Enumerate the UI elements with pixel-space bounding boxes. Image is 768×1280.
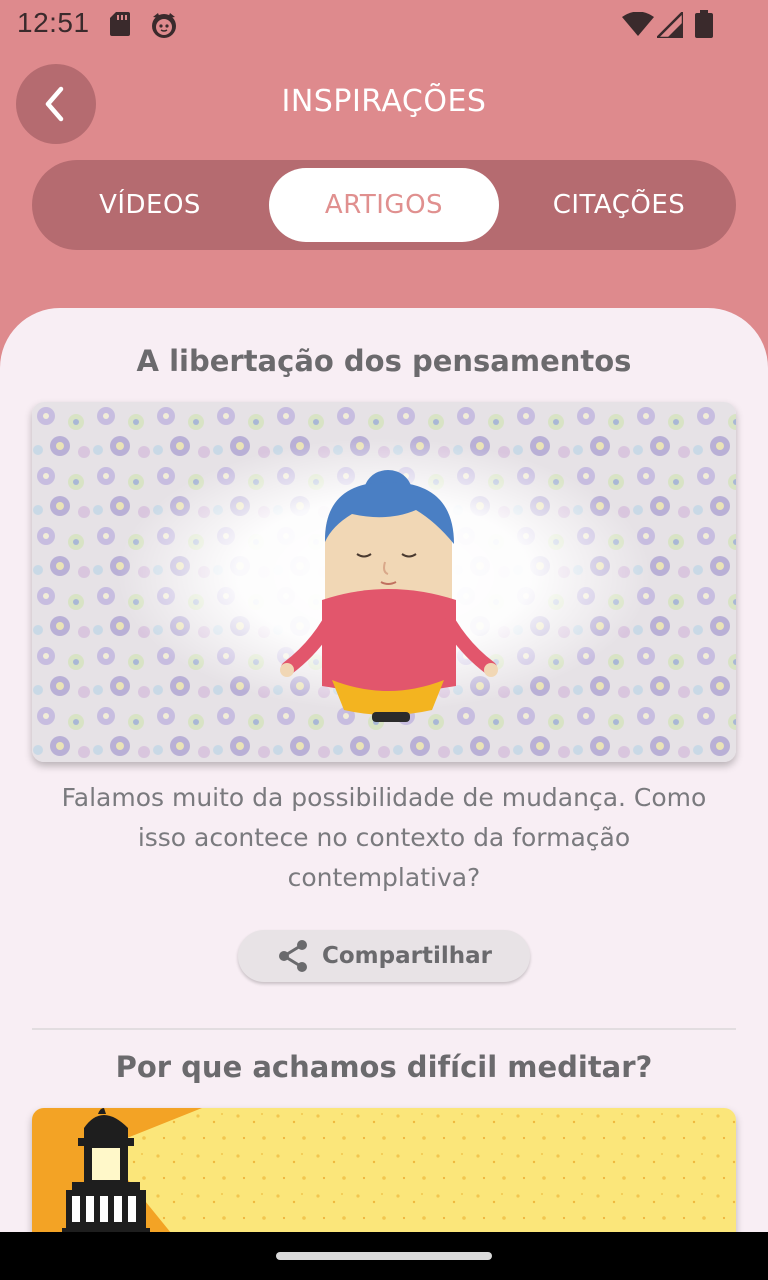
status-bar: 12:51 <box>0 0 768 50</box>
cat-notification-icon <box>152 13 176 38</box>
sd-card-icon <box>110 12 130 36</box>
system-nav-bar <box>0 1232 768 1280</box>
article-image-lighthouse[interactable] <box>32 1108 736 1232</box>
article-list: A libertação dos pensamentos Falamos mui… <box>0 308 768 1232</box>
share-icon <box>279 940 307 972</box>
battery-icon <box>695 10 713 38</box>
page-title: INSPIRAÇÕES <box>281 84 487 119</box>
lighthouse-illustration <box>32 1108 736 1232</box>
signal-icon <box>657 12 683 38</box>
article-image-meditation[interactable] <box>32 402 736 762</box>
article-description: Falamos muito da possibilidade de mudanç… <box>61 783 707 892</box>
share-label: Compartilhar <box>322 943 492 969</box>
share-button[interactable]: Compartilhar <box>238 930 530 982</box>
article-title[interactable]: Por que achamos difícil meditar? <box>0 1050 768 1084</box>
tab-citacoes[interactable]: CITAÇÕES <box>502 168 736 242</box>
tab-artigos[interactable]: ARTIGOS <box>269 168 499 242</box>
status-time: 12:51 <box>17 7 90 38</box>
wifi-icon <box>622 12 654 36</box>
article-title[interactable]: A libertação dos pensamentos <box>0 344 768 378</box>
tab-videos[interactable]: VÍDEOS <box>32 168 268 242</box>
divider <box>32 1028 736 1030</box>
home-gesture-handle[interactable] <box>276 1252 492 1260</box>
tab-bar: VÍDEOS ARTIGOS CITAÇÕES <box>32 160 736 250</box>
meditation-illustration <box>32 402 736 762</box>
